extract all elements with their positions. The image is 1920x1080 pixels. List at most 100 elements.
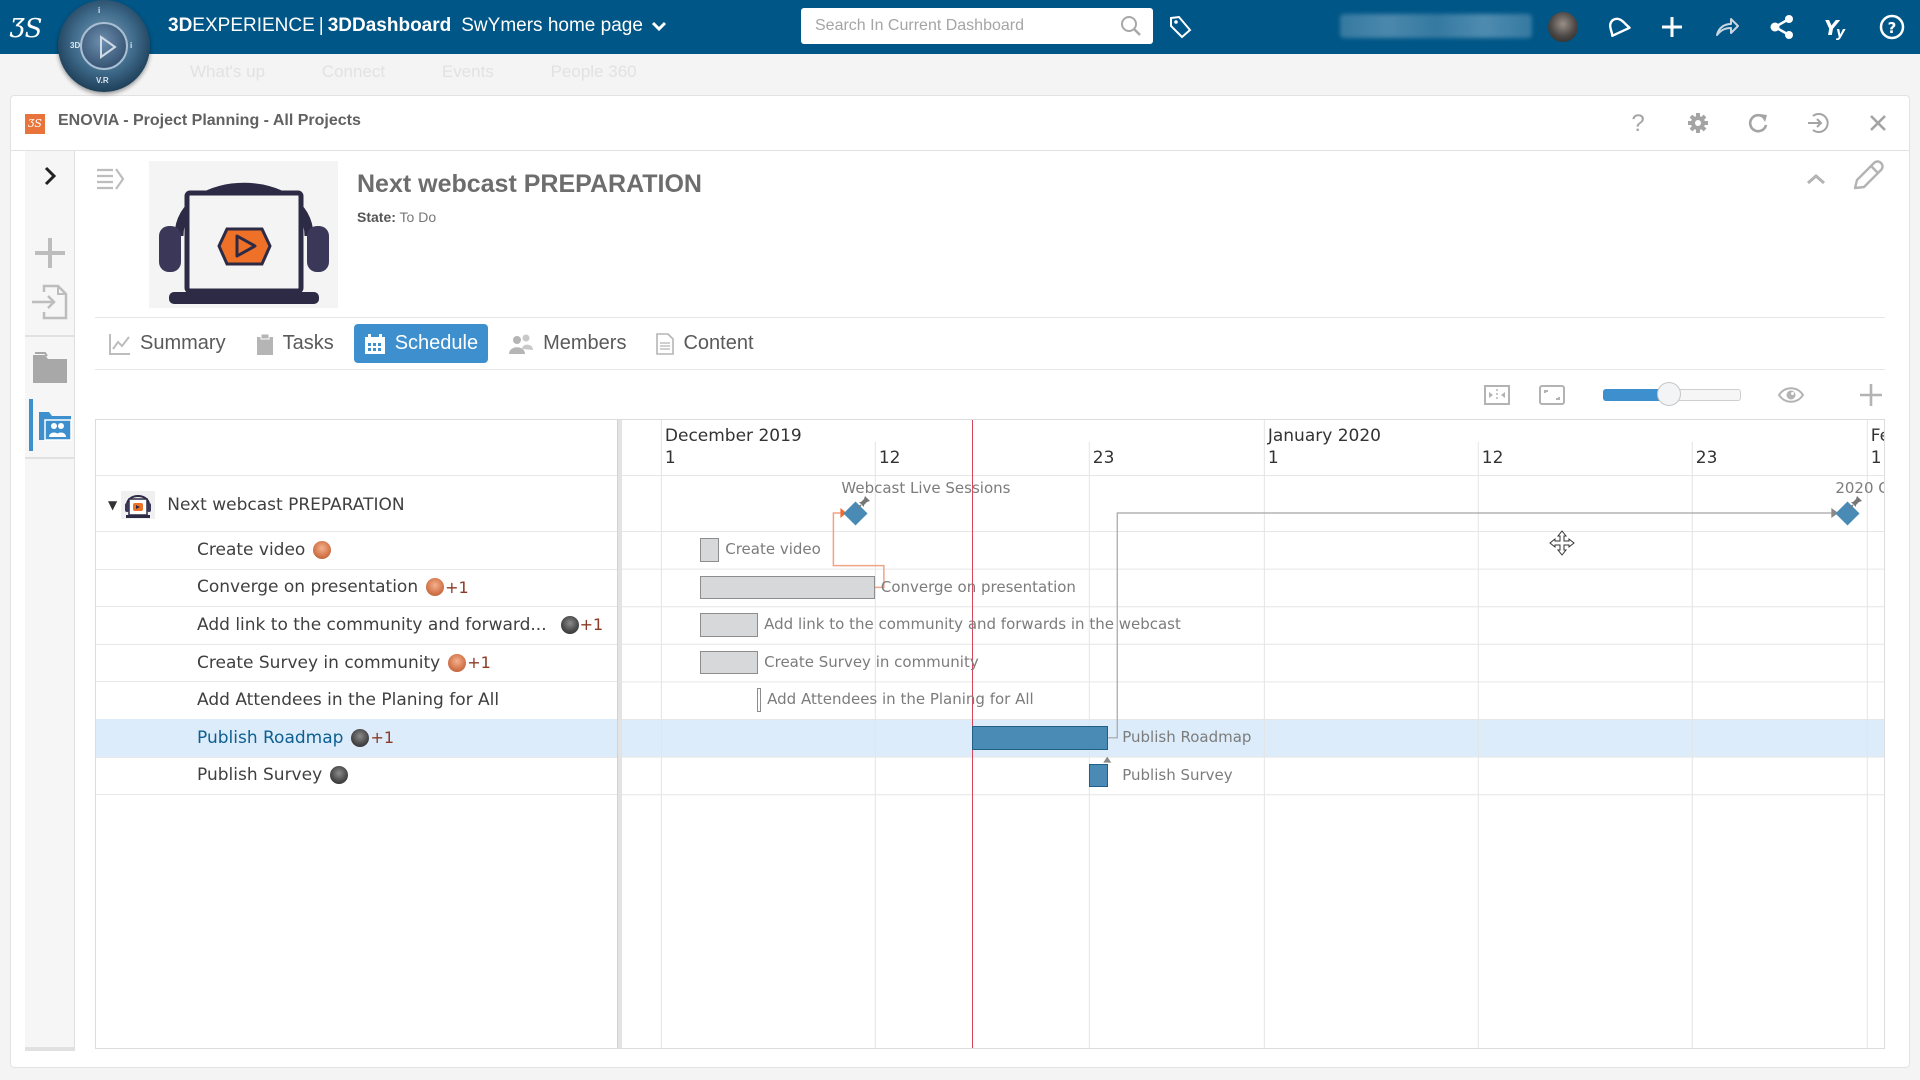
- assignee-avatar[interactable]: [426, 578, 445, 597]
- import-icon[interactable]: [25, 281, 74, 323]
- task-bar-label: Add link to the community and forwards i…: [764, 615, 1181, 634]
- task-row[interactable]: Add link to the community and forward...…: [96, 606, 617, 644]
- task-bar-label: Create video: [725, 540, 821, 558]
- maximize-icon[interactable]: [1803, 108, 1833, 138]
- add-icon[interactable]: [1655, 10, 1689, 44]
- day-tick-label: 1: [1870, 448, 1882, 468]
- task-row[interactable]: Add Attendees in the Planing for All: [96, 681, 617, 719]
- dashboard-tab[interactable]: What's up: [190, 62, 265, 81]
- document-icon: [656, 332, 675, 355]
- ds-logo-icon[interactable]: ƷS: [8, 8, 48, 46]
- view-eye-icon[interactable]: [1776, 380, 1806, 410]
- enovia-app-icon: ƷS: [25, 114, 45, 134]
- chart-icon: [109, 333, 130, 355]
- tab-members[interactable]: Members: [498, 324, 636, 363]
- task-row[interactable]: Converge on presentation +1: [96, 569, 617, 607]
- tag-icon[interactable]: [1163, 10, 1197, 44]
- zoom-slider[interactable]: [1603, 382, 1741, 408]
- collapse-header-chevron-icon[interactable]: [1801, 164, 1831, 194]
- dashboard-name[interactable]: SwYmers home page: [461, 15, 643, 36]
- search-icon[interactable]: [1119, 14, 1143, 38]
- tab-content[interactable]: Content: [646, 324, 763, 363]
- svg-text:?: ?: [1888, 19, 1897, 37]
- tabs-divider: [95, 369, 1885, 370]
- task-bar[interactable]: [757, 688, 762, 712]
- dashboard-tab[interactable]: Connect: [322, 62, 385, 81]
- tab-tasks[interactable]: Tasks: [246, 324, 344, 363]
- task-bar-label: Add Attendees in the Planing for All: [767, 690, 1034, 709]
- task-row[interactable]: Publish Survey: [96, 757, 617, 795]
- compass-icon[interactable]: i 3D i V.R: [58, 0, 150, 92]
- task-name: Create Survey in community: [197, 652, 441, 673]
- user-name[interactable]: [1340, 14, 1532, 38]
- task-bar[interactable]: [699, 613, 759, 637]
- task-bar[interactable]: [699, 575, 875, 600]
- social-share-icon[interactable]: [1765, 10, 1799, 44]
- fullscreen-icon[interactable]: [1537, 380, 1567, 410]
- fit-width-icon[interactable]: [1482, 380, 1512, 410]
- dashboard-tab[interactable]: People 360: [551, 62, 637, 81]
- extra-assignees-count[interactable]: +1: [370, 728, 394, 747]
- refresh-icon[interactable]: [1743, 108, 1773, 138]
- help-icon[interactable]: ?: [1875, 10, 1909, 44]
- tab-label: Tasks: [282, 332, 334, 354]
- task-bar-label: Create Survey in community: [764, 652, 979, 671]
- tab-label: Schedule: [394, 332, 479, 354]
- assignee-avatar[interactable]: [448, 653, 467, 672]
- help-icon[interactable]: ?: [1623, 108, 1653, 138]
- project-thumbnail: [149, 161, 338, 308]
- task-name: Next webcast PREPARATION: [167, 495, 405, 515]
- community-icon[interactable]: Yy: [1820, 10, 1854, 44]
- expand-collapse-icon[interactable]: ▼: [108, 498, 117, 512]
- tab-label: Members: [543, 332, 627, 354]
- tab-summary[interactable]: Summary: [99, 324, 236, 363]
- tab-label: Summary: [140, 332, 226, 354]
- project-icon: [121, 491, 156, 519]
- task-row[interactable]: Create video: [96, 531, 617, 569]
- svg-text:y: y: [1836, 25, 1846, 41]
- task-bar[interactable]: [972, 726, 1109, 750]
- task-bar[interactable]: [699, 538, 720, 562]
- members-icon: [509, 334, 534, 354]
- settings-gear-icon[interactable]: [1683, 108, 1713, 138]
- zoom-slider-thumb[interactable]: [1657, 382, 1682, 406]
- move-cursor-icon: [1549, 530, 1575, 556]
- side-divider: [25, 1047, 74, 1051]
- project-title: Next webcast PREPARATION: [357, 170, 702, 198]
- shared-projects-folder-icon[interactable]: [25, 399, 74, 451]
- search-input[interactable]: [801, 8, 1101, 44]
- gantt-timeline[interactable]: 11223112231December 2019January 2020FelC…: [622, 420, 1884, 1048]
- edit-pencil-icon[interactable]: [1849, 158, 1885, 194]
- add-project-icon[interactable]: [25, 233, 74, 273]
- task-row[interactable]: Create Survey in community +1: [96, 644, 617, 682]
- extra-assignees-count[interactable]: +1: [467, 653, 491, 672]
- projects-folder-icon[interactable]: [25, 343, 74, 393]
- day-tick-label: 1: [1267, 448, 1279, 468]
- extra-assignees-count[interactable]: +1: [445, 578, 469, 597]
- share-icon[interactable]: [1710, 10, 1744, 44]
- compass-play-button[interactable]: [80, 22, 128, 70]
- widget-header: ƷS ENOVIA - Project Planning - All Proje…: [11, 96, 1909, 151]
- task-row-root[interactable]: ▼ Next webcast PREPARATION: [96, 475, 617, 531]
- day-tick-label: 23: [1695, 448, 1718, 468]
- task-name: Add Attendees in the Planing for All: [197, 690, 500, 711]
- add-task-icon[interactable]: [1856, 380, 1886, 410]
- assignee-avatar[interactable]: [313, 540, 332, 559]
- svg-text:ƷS: ƷS: [9, 14, 43, 44]
- tab-schedule[interactable]: Schedule: [353, 324, 489, 363]
- task-bar[interactable]: [1088, 763, 1109, 788]
- task-bar-label: Publish Survey: [1122, 765, 1233, 784]
- assignee-avatar[interactable]: [351, 728, 370, 747]
- user-avatar[interactable]: [1548, 12, 1578, 42]
- list-collapse-icon[interactable]: [95, 164, 125, 194]
- extra-assignees-count[interactable]: +1: [580, 615, 604, 634]
- task-bar[interactable]: [699, 650, 759, 675]
- close-icon[interactable]: [1863, 108, 1893, 138]
- dashboard-menu-chevron-icon[interactable]: [650, 14, 670, 38]
- task-row[interactable]: Publish Roadmap +1: [96, 719, 617, 757]
- dashboard-tab[interactable]: Events: [442, 62, 494, 81]
- assignee-avatar[interactable]: [330, 766, 349, 785]
- expand-panel-chevron-icon[interactable]: [25, 159, 74, 193]
- assignee-avatar[interactable]: [560, 615, 579, 634]
- notifications-icon[interactable]: [1600, 10, 1634, 44]
